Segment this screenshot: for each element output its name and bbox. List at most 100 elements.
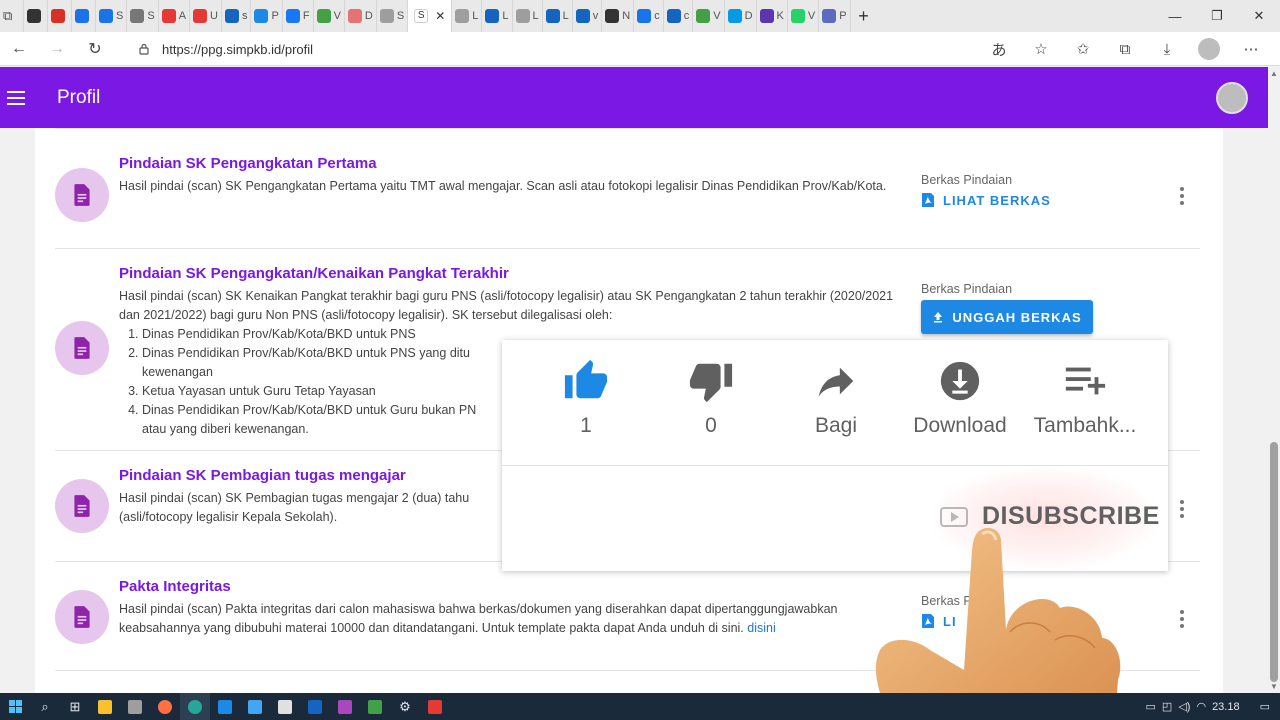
unggah-berkas-button[interactable]: UNGGAH BERKAS: [921, 300, 1093, 334]
browser-tab-right-9[interactable]: D: [725, 0, 757, 32]
add-favorite-icon[interactable]: ☆: [1020, 40, 1062, 58]
scroll-down-icon[interactable]: ▼: [1270, 682, 1278, 691]
more-menu-icon[interactable]: ⋯: [1230, 40, 1272, 58]
tab-favicon-icon: [285, 9, 300, 23]
maximize-button[interactable]: ❐: [1196, 0, 1238, 32]
tab-actions-icon[interactable]: ⧉: [0, 0, 24, 32]
tab-favicon-icon: [575, 9, 590, 23]
camtasia-icon[interactable]: [360, 693, 390, 720]
browser-tab-12[interactable]: S: [377, 0, 409, 32]
tab-favicon-icon: [696, 9, 711, 23]
store-icon[interactable]: [120, 693, 150, 720]
browser-tab-6[interactable]: U: [190, 0, 222, 32]
collections-icon[interactable]: ⧉: [1104, 41, 1146, 58]
mail-icon[interactable]: [210, 693, 240, 720]
browser-tab-right-1[interactable]: L: [482, 0, 513, 32]
tab-close-icon[interactable]: ✕: [435, 9, 445, 23]
document-icon: [55, 321, 109, 375]
browser-tab-11[interactable]: D: [345, 0, 377, 32]
browser-tab-2[interactable]: [72, 0, 96, 32]
browser-profile-avatar[interactable]: [1198, 38, 1220, 60]
document-description: Hasil pindai (scan) SK Pembagian tugas m…: [119, 491, 470, 524]
template-link[interactable]: disini: [747, 621, 776, 635]
forward-button[interactable]: →: [38, 40, 76, 58]
read-aloud-icon[interactable]: あ: [978, 39, 1020, 60]
download-button[interactable]: Download: [900, 358, 1020, 438]
browser-tab-8[interactable]: P: [251, 0, 283, 32]
berkas-section: Berkas Pindaian UNGGAH BERKAS: [921, 282, 1093, 334]
browser-tab-right-5[interactable]: N: [602, 0, 635, 32]
browser-tab-3[interactable]: S: [96, 0, 128, 32]
settings-icon[interactable]: ⚙: [390, 693, 420, 720]
favorites-icon[interactable]: ✩: [1062, 40, 1104, 58]
tab-favicon-icon: [347, 9, 362, 23]
tab-active[interactable]: S ✕: [408, 0, 453, 32]
browser-tab-7[interactable]: s: [222, 0, 252, 32]
new-tab-button[interactable]: +: [851, 6, 877, 27]
browser-tab-9[interactable]: F: [283, 0, 314, 32]
browser-tab-right-11[interactable]: V: [788, 0, 820, 32]
browser-tab-right-7[interactable]: c: [664, 0, 694, 32]
like-button[interactable]: 1: [526, 358, 646, 438]
browser-tab-4[interactable]: S: [127, 0, 159, 32]
tab-label: P: [271, 10, 279, 22]
browser-tab-right-4[interactable]: v: [573, 0, 603, 32]
browser-tab-1[interactable]: [48, 0, 72, 32]
browser-tab-right-8[interactable]: V: [693, 0, 725, 32]
volume-icon[interactable]: ◁): [1178, 700, 1190, 713]
lihat-berkas-button[interactable]: LIHAT BERKAS: [921, 192, 1051, 208]
task-view-icon[interactable]: ⊞: [60, 693, 90, 720]
more-options-icon[interactable]: [1177, 500, 1187, 518]
paint-icon[interactable]: [330, 693, 360, 720]
scrollbar-thumb[interactable]: [1270, 442, 1278, 682]
browser-tab-right-12[interactable]: P: [819, 0, 851, 32]
window-controls: — ❐ ✕: [1154, 0, 1280, 32]
firefox-icon[interactable]: [150, 693, 180, 720]
recorder-icon[interactable]: [420, 693, 450, 720]
browser-tab-right-3[interactable]: L: [543, 0, 573, 32]
url-input[interactable]: https://ppg.simpkb.id/profil: [126, 36, 1056, 62]
network-icon[interactable]: ◰: [1162, 700, 1172, 713]
start-button[interactable]: [0, 693, 30, 720]
url-text: https://ppg.simpkb.id/profil: [162, 41, 314, 57]
scroll-up-icon[interactable]: ▲: [1270, 69, 1278, 78]
close-window-button[interactable]: ✕: [1238, 0, 1280, 32]
wifi-icon[interactable]: ◠: [1196, 700, 1206, 713]
back-button[interactable]: ←: [0, 40, 38, 58]
page-scrollbar[interactable]: ▲ ▼: [1268, 67, 1280, 693]
menu-icon[interactable]: [7, 90, 25, 105]
battery-icon[interactable]: ▭: [1146, 700, 1156, 713]
dislike-button[interactable]: 0: [651, 358, 771, 438]
browser-tab-5[interactable]: A: [159, 0, 191, 32]
browser-tab-right-2[interactable]: L: [513, 0, 543, 32]
minimize-button[interactable]: —: [1154, 0, 1196, 32]
browser-tab-0[interactable]: [24, 0, 48, 32]
file-explorer-icon[interactable]: [90, 693, 120, 720]
browser-tab-right-0[interactable]: L: [452, 0, 483, 32]
tab-favicon-icon: [130, 9, 145, 23]
document-description: Hasil pindai (scan) SK Pengangkatan Pert…: [119, 179, 887, 193]
edge-icon[interactable]: [180, 693, 210, 720]
app-icon[interactable]: [270, 693, 300, 720]
user-avatar[interactable]: [1216, 82, 1248, 114]
notifications-icon[interactable]: ▭: [1260, 700, 1270, 713]
overlay-divider: [502, 465, 1168, 466]
add-to-playlist-button[interactable]: Tambahk...: [1025, 358, 1145, 438]
search-icon[interactable]: ⌕: [30, 693, 60, 720]
share-button[interactable]: Bagi: [776, 358, 896, 438]
like-count: 1: [580, 414, 592, 437]
word-icon[interactable]: [300, 693, 330, 720]
browser-tab-right-10[interactable]: K: [757, 0, 788, 32]
tab-label: S: [396, 10, 405, 22]
tab-favicon-icon: [515, 9, 530, 23]
berkas-label: Berkas Pindaian: [921, 173, 1013, 187]
more-options-icon[interactable]: [1177, 610, 1187, 628]
more-options-icon[interactable]: [1177, 187, 1187, 205]
browser-tab-10[interactable]: V: [314, 0, 345, 32]
photos-icon[interactable]: [240, 693, 270, 720]
tab-favicon-icon: [254, 9, 269, 23]
browser-tab-right-6[interactable]: c: [634, 0, 664, 32]
reload-button[interactable]: ↻: [76, 39, 114, 59]
downloads-icon[interactable]: ⤓: [1146, 41, 1188, 58]
clock[interactable]: 23.18: [1212, 701, 1240, 713]
